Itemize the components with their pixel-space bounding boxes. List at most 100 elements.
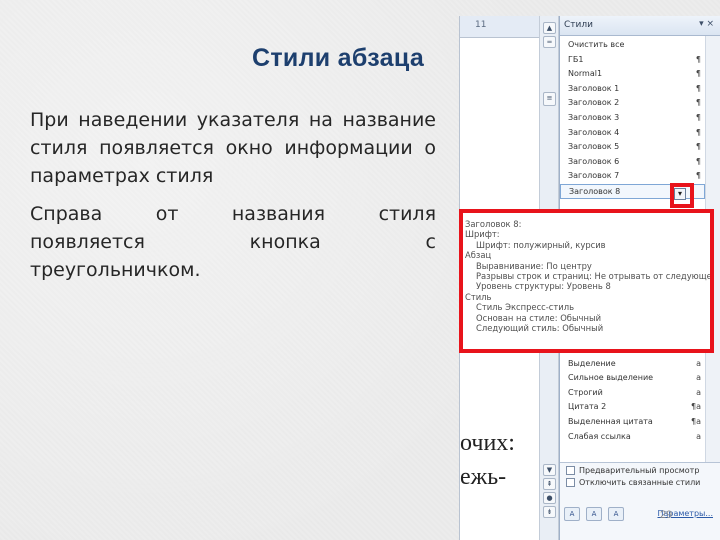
style-type-icon: ¶a bbox=[691, 416, 701, 426]
styles-pane-header: Стили ▾ × bbox=[560, 16, 720, 36]
style-item-label: Строгий bbox=[568, 387, 603, 397]
style-item[interactable]: ГБ1 ¶ bbox=[560, 53, 705, 68]
style-item[interactable]: Выделенная цитата ¶a bbox=[560, 415, 705, 430]
style-type-icon: ¶ bbox=[695, 83, 701, 93]
style-type-icon: ¶ bbox=[695, 69, 701, 79]
style-item-label: Цитата 2 bbox=[568, 402, 607, 412]
style-type-icon: a bbox=[696, 387, 701, 397]
word: от bbox=[155, 203, 179, 225]
tooltip-line: Выравнивание: По центру bbox=[476, 260, 592, 271]
style-item[interactable]: Заголовок 1 ¶ bbox=[560, 82, 705, 97]
style-item[interactable]: Выделение a bbox=[560, 357, 705, 372]
tooltip-line: Шрифт: bbox=[465, 229, 500, 240]
style-item-label: Заголовок 2 bbox=[568, 98, 620, 108]
style-type-icon: ¶ bbox=[695, 112, 701, 122]
style-inspector-icon[interactable]: A bbox=[586, 507, 602, 521]
style-type-icon: ¶a bbox=[691, 402, 701, 412]
word: стиля bbox=[378, 203, 436, 225]
tooltip-line: Абзац bbox=[465, 250, 492, 261]
word: названия bbox=[231, 203, 326, 225]
tooltip-line: Основан на стиле: Обычный bbox=[476, 312, 602, 323]
tooltip-line: Заголовок 8: bbox=[465, 219, 522, 229]
style-item[interactable]: Строгий a bbox=[560, 386, 705, 401]
style-list-lower: Слабое выделениеaВыделениеaСильное выдел… bbox=[560, 342, 705, 444]
style-item[interactable]: Заголовок 2 ¶ bbox=[560, 96, 705, 111]
style-item-label: Заголовок 1 bbox=[568, 83, 620, 93]
style-item[interactable]: Заголовок 7 ¶ bbox=[560, 169, 705, 184]
style-item[interactable]: Заголовок 5 ¶ bbox=[560, 140, 705, 155]
preview-checkbox[interactable] bbox=[566, 466, 575, 475]
tooltip-line: Разрывы строк и страниц: Не отрывать от … bbox=[476, 271, 710, 282]
style-type-icon: a bbox=[696, 358, 701, 368]
style-info-tooltip: Заголовок 8: Шрифт: Шрифт: полужирный, кур… bbox=[459, 209, 714, 353]
style-type-icon: ¶ bbox=[695, 171, 701, 181]
document-text-fragment: ежь- bbox=[460, 464, 507, 490]
style-item[interactable]: Очистить все bbox=[560, 38, 705, 53]
tooltip-line: Стиль Экспресс-стиль bbox=[476, 302, 575, 313]
preview-option[interactable]: Предварительный просмотр bbox=[560, 463, 720, 475]
style-item[interactable]: Сильное выделение a bbox=[560, 371, 705, 386]
style-item-label: Выделение bbox=[568, 358, 616, 368]
style-item-label: Заголовок 7 bbox=[568, 171, 620, 181]
style-list: Очистить все ГБ1 ¶ Normal1 ¶ Заголовок 1 ¶ Заго… bbox=[560, 38, 705, 199]
style-item[interactable]: Normal1 ¶ bbox=[560, 67, 705, 82]
scroll-up-icon[interactable]: ▲ bbox=[543, 22, 556, 34]
tooltip-line: Уровень структуры: Уровень 8 bbox=[476, 281, 611, 292]
style-item-label: Очистить все bbox=[568, 40, 625, 49]
slide-title: Стили абзаца bbox=[252, 44, 425, 72]
word: с bbox=[425, 231, 436, 253]
word: Справа bbox=[30, 203, 103, 225]
dropdown-highlight-frame bbox=[670, 183, 694, 208]
previous-page-icon[interactable]: ⇞ bbox=[543, 478, 556, 490]
paragraph-line-1: Справа от названия стиля bbox=[30, 200, 436, 228]
styles-pane-options: Предварительный просмотр Отключить связа… bbox=[560, 462, 720, 540]
style-item-label: Заголовок 4 bbox=[568, 127, 620, 137]
style-type-icon: ¶ bbox=[695, 142, 701, 152]
slide-body: При наведении указателя на название стил… bbox=[30, 106, 436, 294]
document-text-fragment: очих: bbox=[460, 430, 515, 456]
scroll-down-icon[interactable]: ▼ bbox=[543, 464, 556, 476]
style-item-label: Слабая ссылка bbox=[568, 431, 631, 441]
style-item-label: Заголовок 3 bbox=[568, 112, 620, 122]
preview-label: Предварительный просмотр bbox=[579, 466, 700, 475]
scroll-thumb[interactable]: ≡ bbox=[543, 92, 556, 106]
style-type-icon: a bbox=[696, 373, 701, 383]
paragraph-line-3: треугольничком. bbox=[30, 259, 201, 281]
style-item-label: Заголовок 6 bbox=[568, 156, 620, 166]
style-item[interactable]: Цитата 2 ¶a bbox=[560, 400, 705, 415]
style-item-label: Заголовок 5 bbox=[568, 142, 620, 152]
style-item-label: ГБ1 bbox=[568, 54, 584, 64]
browse-object-icon[interactable]: ● bbox=[543, 492, 556, 504]
style-item[interactable]: Заголовок 3 ¶ bbox=[560, 111, 705, 126]
style-item[interactable]: Заголовок 4 ¶ bbox=[560, 126, 705, 141]
ruler: 11 bbox=[460, 16, 540, 38]
paragraph-hover-info: При наведении указателя на название стил… bbox=[30, 109, 436, 187]
manage-styles-icon[interactable]: A bbox=[608, 507, 624, 521]
disable-linked-checkbox[interactable] bbox=[566, 478, 575, 487]
styles-pane-footer: A A A bbox=[564, 507, 624, 521]
style-item-label: Заголовок 8 bbox=[569, 186, 621, 196]
style-type-icon: ¶ bbox=[695, 156, 701, 166]
style-type-icon: ¶ bbox=[695, 127, 701, 137]
split-view-icon[interactable]: ═ bbox=[543, 36, 556, 48]
disable-linked-label: Отключить связанные стили bbox=[579, 478, 701, 487]
style-type-icon: ¶ bbox=[695, 54, 701, 64]
tooltip-line: Шрифт: полужирный, курсив bbox=[476, 239, 606, 250]
pane-close-icon[interactable]: ▾ × bbox=[699, 19, 714, 29]
style-item-label: Выделенная цитата bbox=[568, 416, 653, 426]
disable-linked-option[interactable]: Отключить связанные стили bbox=[560, 475, 720, 487]
styles-pane-title: Стили bbox=[564, 20, 593, 30]
paragraph-line-2: появляется кнопка с bbox=[30, 228, 436, 256]
word: кнопка bbox=[249, 231, 321, 253]
style-item[interactable]: Слабая ссылка a bbox=[560, 430, 705, 445]
tooltip-line: Стиль bbox=[465, 291, 492, 302]
style-item-label: Normal1 bbox=[568, 69, 603, 79]
paragraph-dropdown-button: Справа от названия стиля появляется кноп… bbox=[30, 200, 436, 284]
next-page-icon[interactable]: ⇟ bbox=[543, 506, 556, 518]
new-style-icon[interactable]: A bbox=[564, 507, 580, 521]
word: появляется bbox=[30, 231, 145, 253]
tooltip-line: Следующий стиль: Обычный bbox=[476, 323, 604, 334]
style-type-icon: ¶ bbox=[695, 98, 701, 108]
style-item[interactable]: Заголовок 6 ¶ bbox=[560, 155, 705, 170]
style-item-label: Сильное выделение bbox=[568, 373, 654, 383]
